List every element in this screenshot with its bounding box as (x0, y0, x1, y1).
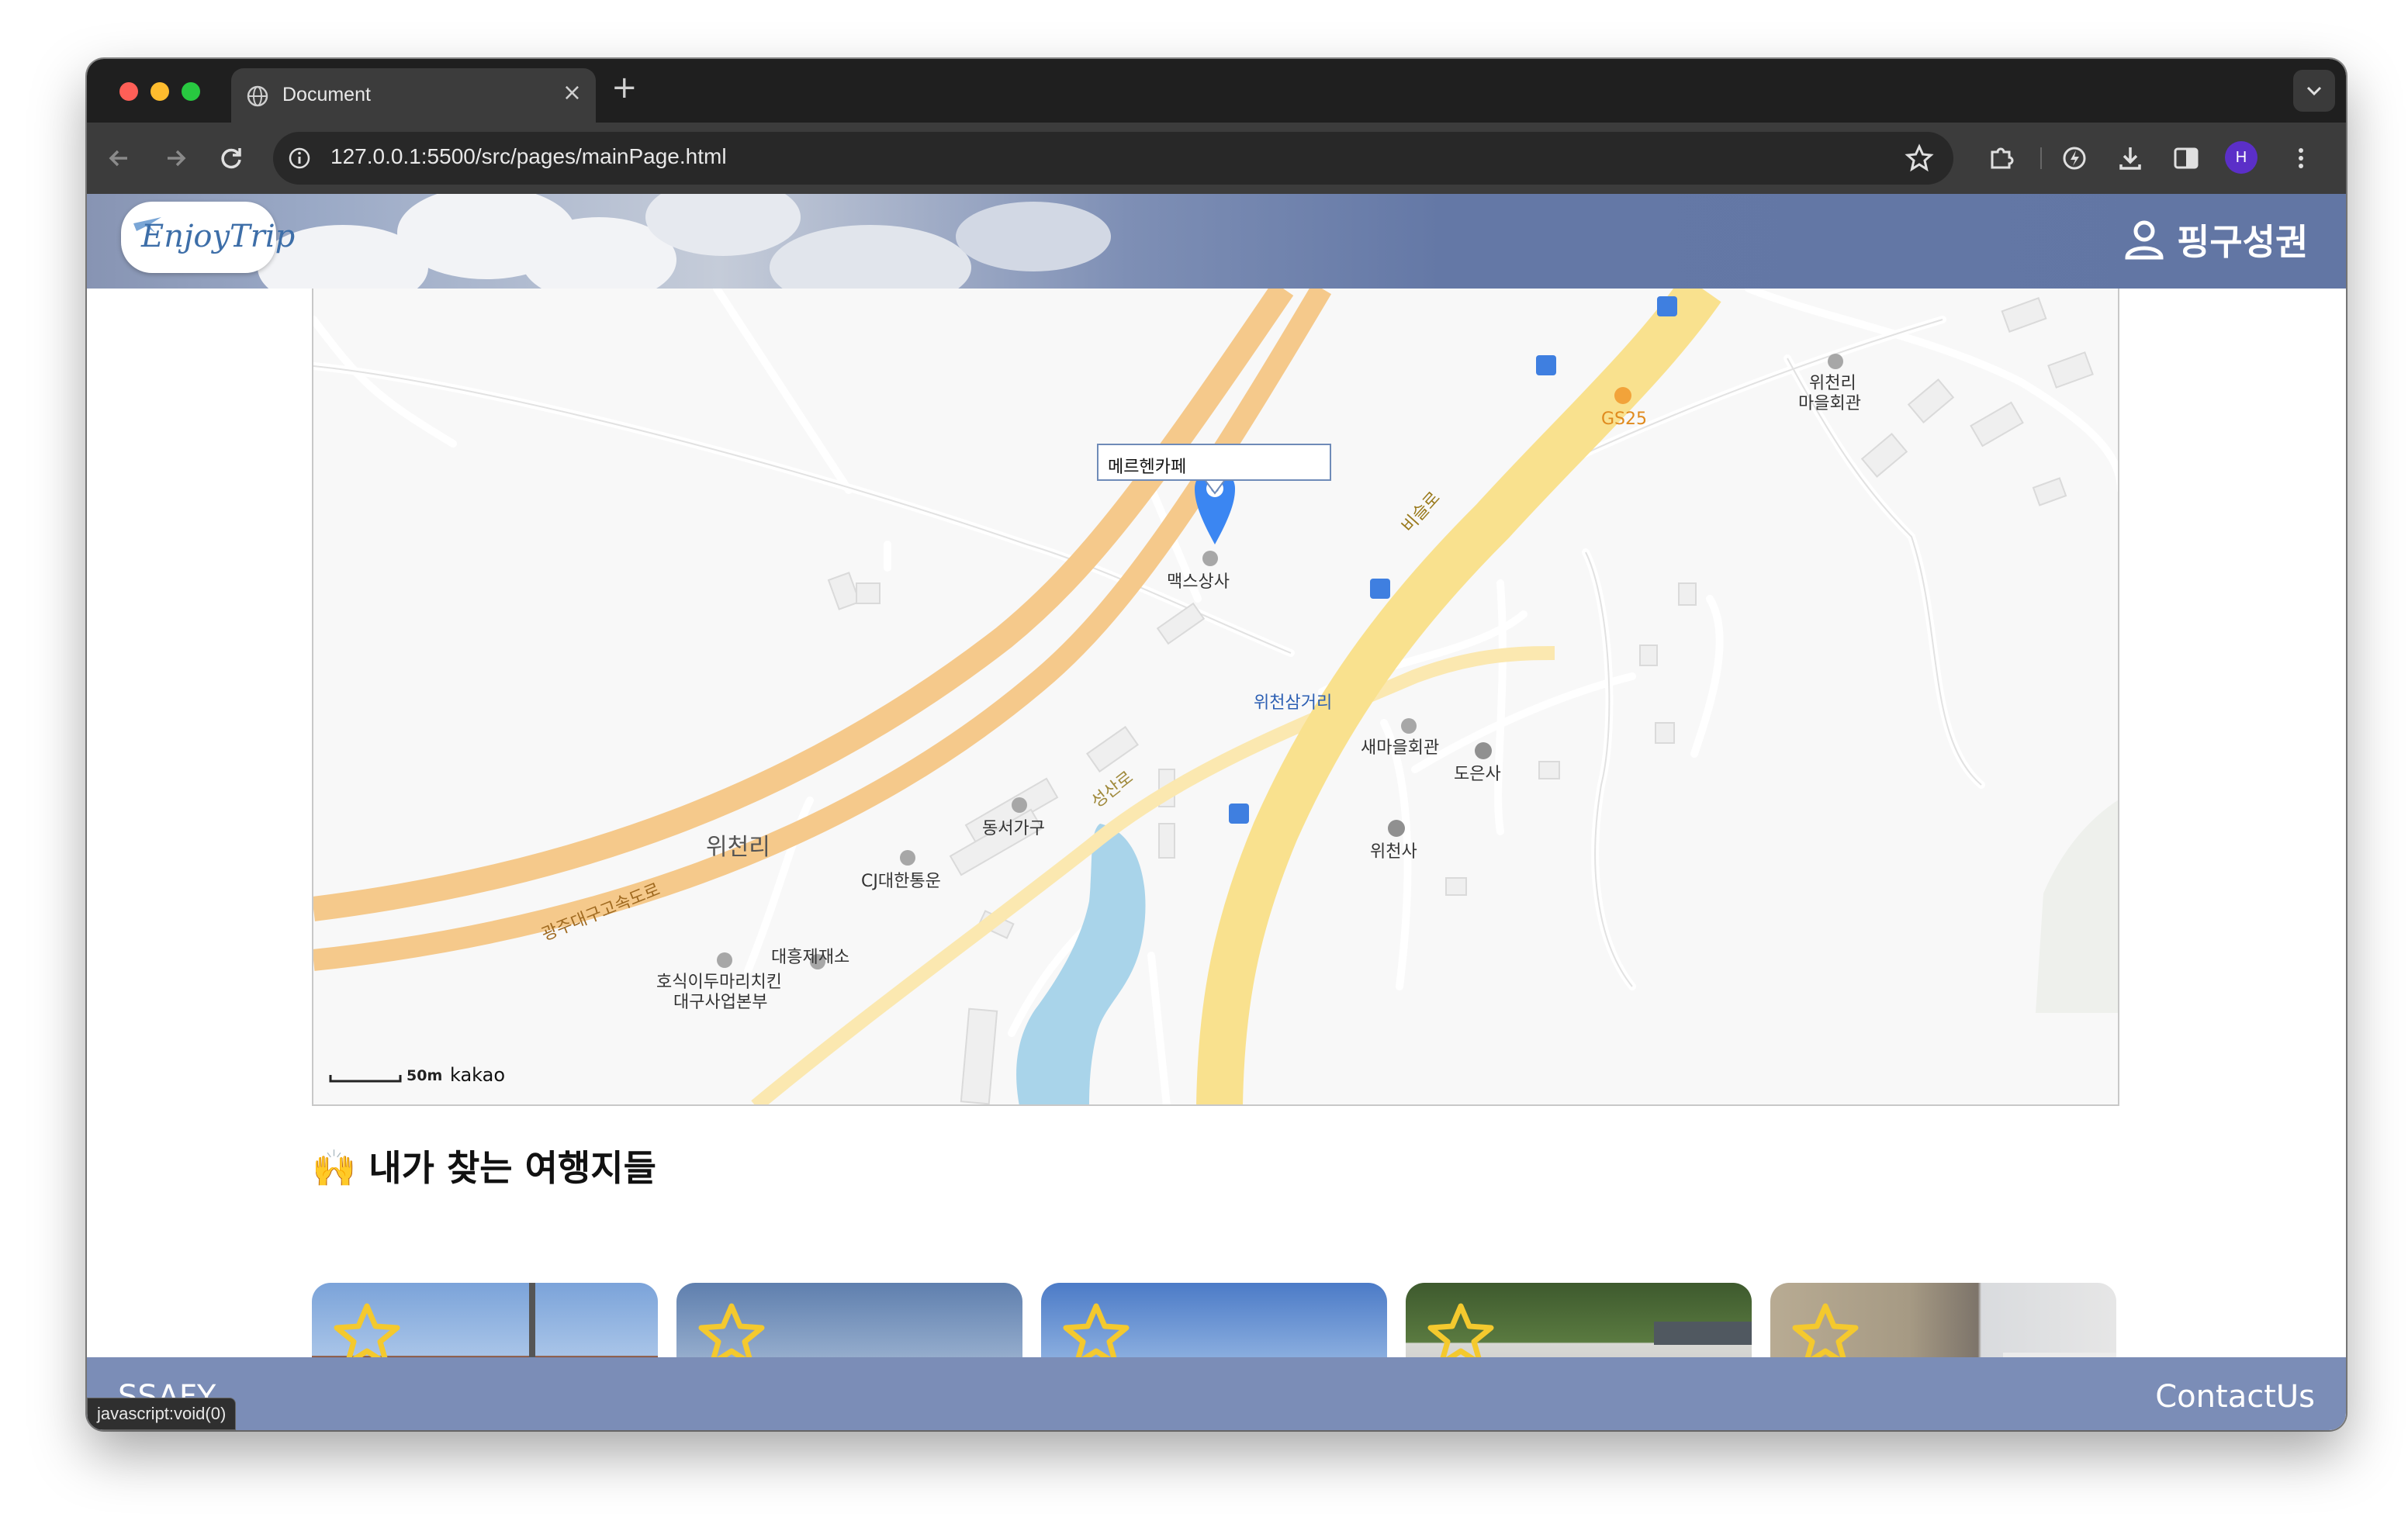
back-arrow-icon[interactable] (102, 141, 137, 175)
map-label-hosik-line2: 대구사업본부 (673, 993, 768, 1012)
map-label-marker-place: 맥스상사 (1167, 572, 1230, 592)
close-window-button[interactable] (119, 82, 138, 101)
address-bar[interactable]: 127.0.0.1:5500/src/pages/mainPage.html (273, 132, 1953, 185)
bookmark-star-icon[interactable] (1904, 143, 1935, 174)
site-header: EnjoyTrip 핑구성권 (87, 194, 2346, 289)
browser-toolbar: 127.0.0.1:5500/src/pages/mainPage.html H (87, 123, 2346, 194)
map-label-wicheonri-hall-line1: 위천리 (1809, 374, 1856, 393)
map-scale-text: 50m (407, 1067, 443, 1084)
map-label-dongseo: 동서가구 (982, 819, 1045, 838)
infowindow-text: 메르헨카페 (1108, 458, 1187, 477)
section-title: 🙌 내가 찾는 여행지들 (312, 1140, 656, 1191)
info-icon[interactable] (287, 146, 312, 171)
contact-us-link[interactable]: ContactUs (2155, 1379, 2315, 1415)
user-icon[interactable] (2121, 216, 2168, 262)
map-label-doeunsa: 도은사 (1454, 765, 1501, 784)
forward-arrow-icon[interactable] (158, 141, 192, 175)
chevron-down-icon (2306, 86, 2322, 96)
side-panel-icon[interactable] (2169, 141, 2203, 175)
map-label-cj: CJ대한통운 (861, 872, 941, 891)
web-page: EnjoyTrip 핑구성권 메르헨카페 맥스상사 GS25 위천리 마을회관 … (87, 194, 2346, 1430)
close-tab-icon[interactable]: × (562, 79, 582, 106)
more-menu-icon[interactable] (2284, 141, 2318, 175)
download-icon[interactable] (2113, 141, 2147, 175)
profile-avatar[interactable]: H (2225, 141, 2258, 174)
card-photo-pole (529, 1283, 535, 1368)
globe-icon (247, 85, 268, 107)
logo-text: EnjoyTrip (141, 219, 296, 254)
minimize-window-button[interactable] (150, 82, 169, 101)
extensions-icon[interactable] (1984, 141, 2019, 175)
map-label-saemaeul: 새마을회관 (1361, 738, 1440, 758)
toolbar-separator (2040, 147, 2042, 169)
map-provider-logo: kakao (450, 1064, 506, 1086)
tab-title: Document (282, 84, 371, 105)
map-label-gs25: GS25 (1601, 410, 1648, 429)
site-footer: SSAFY ContactUs (87, 1357, 2346, 1430)
maximize-window-button[interactable] (182, 82, 200, 101)
header-cloud (956, 202, 1111, 271)
map-label-hosik-line1: 호식이두마리치킨 (656, 973, 782, 992)
raising-hands-emoji: 🙌 (312, 1147, 357, 1189)
section-title-text: 내가 찾는 여행지들 (368, 1147, 656, 1189)
desktop: Document × + 127.0.0.1:5500/src/pages/ma… (0, 0, 2408, 1531)
tab-search-button[interactable] (2293, 70, 2335, 112)
map-label-wicheonri-hall-line2: 마을회관 (1798, 394, 1861, 413)
user-name-link[interactable]: 핑구성권 (2177, 214, 2308, 265)
url-text[interactable]: 127.0.0.1:5500/src/pages/mainPage.html (330, 144, 727, 169)
map-label-wicheon-junction: 위천삼거리 (1254, 693, 1333, 713)
map-label-daeheung: 대흥제재소 (771, 948, 850, 967)
link-status-bar: javascript:void(0) (87, 1398, 237, 1430)
map-label-wicheonsa: 위천사 (1370, 842, 1417, 862)
performance-icon[interactable] (2057, 141, 2091, 175)
site-logo[interactable]: EnjoyTrip (121, 202, 295, 273)
kakao-map[interactable]: 메르헨카페 맥스상사 GS25 위천리 마을회관 비슬로 위천삼거리 새마을회관… (312, 289, 2119, 1106)
map-label-wicheonri: 위천리 (706, 834, 770, 861)
header-cloud (770, 225, 971, 289)
browser-window: Document × + 127.0.0.1:5500/src/pages/ma… (87, 59, 2346, 1430)
tab-strip: Document × + (87, 59, 2346, 123)
map-infowindow: 메르헨카페 (1097, 444, 1331, 481)
new-tab-button[interactable]: + (611, 70, 638, 105)
tab-document[interactable]: Document × (231, 68, 596, 123)
card-photo-sign (1654, 1322, 1752, 1345)
reload-icon[interactable] (214, 141, 248, 175)
